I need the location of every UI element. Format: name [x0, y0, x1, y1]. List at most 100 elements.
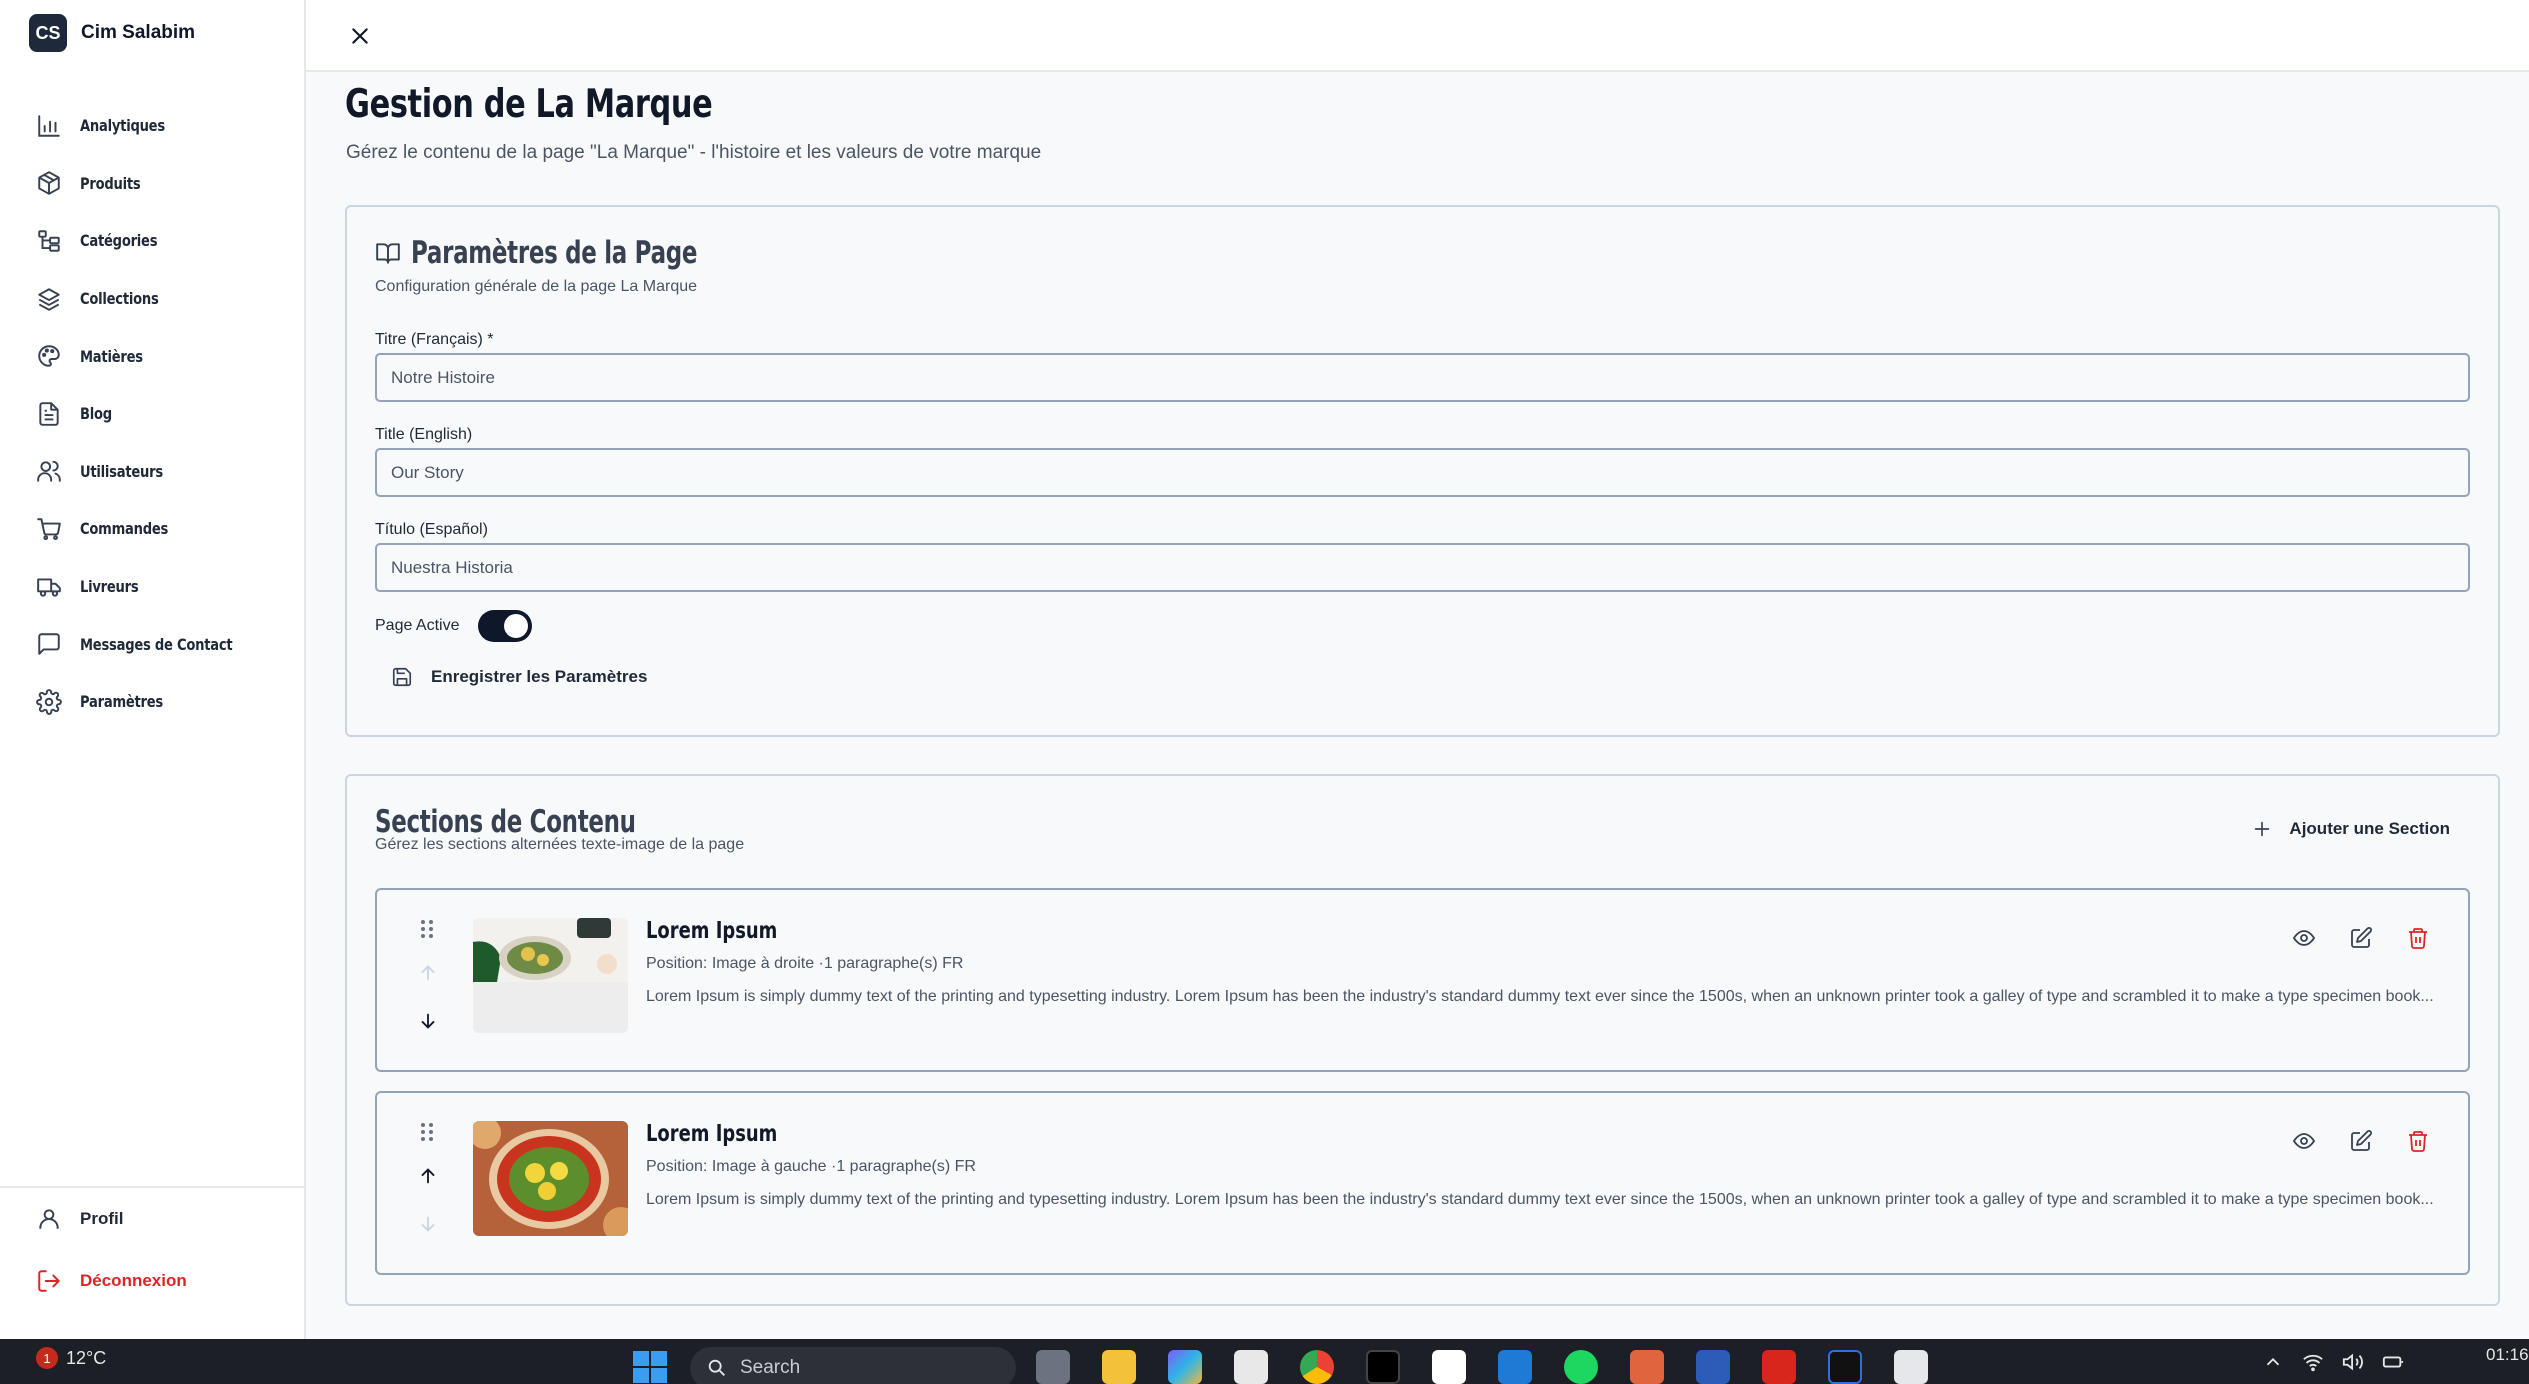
edit-icon[interactable]	[2349, 1129, 2373, 1153]
sidebar-item-analytiques[interactable]: Analytiques	[0, 97, 304, 155]
eye-icon[interactable]	[2292, 1129, 2316, 1153]
sidebar-item-label: Collections	[80, 289, 159, 309]
sidebar-item-parametres[interactable]: Paramètres	[0, 673, 304, 731]
windows-start-icon[interactable]	[632, 1350, 668, 1384]
snipping-tool-icon[interactable]	[1894, 1350, 1928, 1384]
title-es-input[interactable]	[375, 543, 2470, 592]
close-icon[interactable]	[344, 20, 376, 52]
card-title: Paramètres de la Page	[411, 235, 698, 271]
spotify-icon[interactable]	[1564, 1350, 1598, 1384]
title-en-input[interactable]	[375, 448, 2470, 497]
title-fr-label: Titre (Français) *	[375, 331, 494, 348]
card-header: Sections de Contenu	[375, 804, 727, 840]
search-placeholder: Search	[740, 1357, 801, 1378]
book-open-icon	[375, 240, 401, 266]
move-down-icon[interactable]	[417, 1010, 439, 1032]
sidebar-item-label: Utilisateurs	[80, 461, 163, 481]
file-text-icon	[36, 401, 62, 427]
truck-icon	[36, 574, 62, 600]
section-thumbnail	[473, 1121, 628, 1236]
trash-icon[interactable]	[2406, 926, 2430, 950]
sidebar-item-blog[interactable]: Blog	[0, 385, 304, 443]
logout-icon	[36, 1268, 62, 1294]
taskbar-search[interactable]: Search	[690, 1347, 1016, 1384]
sidebar-item-categories[interactable]: Catégories	[0, 212, 304, 270]
page-settings-card: Paramètres de la Page Configuration géné…	[345, 205, 2500, 737]
sidebar-item-label: Livreurs	[80, 577, 139, 597]
sidebar-item-label: Analytiques	[80, 116, 165, 136]
palette-icon	[36, 343, 62, 369]
claude-icon[interactable]	[1630, 1350, 1664, 1384]
sidebar-item-label: Messages de Contact	[80, 634, 233, 654]
chrome-icon[interactable]	[1300, 1350, 1334, 1384]
move-up-icon[interactable]	[417, 962, 439, 984]
drag-handle-icon[interactable]	[417, 1121, 437, 1143]
notion-icon[interactable]	[1432, 1350, 1466, 1384]
gear-icon	[36, 688, 62, 715]
drag-handle-icon[interactable]	[417, 918, 437, 940]
search-icon	[706, 1357, 728, 1379]
sidebar-item-livreurs[interactable]: Livreurs	[0, 558, 304, 616]
acrobat-icon[interactable]	[1762, 1350, 1796, 1384]
sidebar-item-messages[interactable]: Messages de Contact	[0, 615, 304, 673]
sidebar-item-matieres[interactable]: Matières	[0, 327, 304, 385]
plus-icon	[2251, 818, 2273, 840]
sidebar-item-produits[interactable]: Produits	[0, 155, 304, 213]
sidebar-item-collections[interactable]: Collections	[0, 270, 304, 328]
brand[interactable]: CS Cim Salabim	[29, 14, 195, 52]
brand-logo: CS	[29, 14, 67, 52]
weather-temperature: 12°C	[66, 1347, 107, 1368]
chevron-up-icon[interactable]	[2262, 1351, 2284, 1373]
intellij-icon[interactable]	[1828, 1350, 1862, 1384]
eye-icon[interactable]	[2292, 926, 2316, 950]
clock[interactable]: 01:16	[2486, 1345, 2529, 1365]
sidebar-item-utilisateurs[interactable]: Utilisateurs	[0, 443, 304, 501]
section-item: Lorem Ipsum Position: Image à droite ·1 …	[375, 888, 2470, 1072]
page-active-row: Page Active	[375, 610, 532, 642]
logout-label: Déconnexion	[80, 1271, 187, 1290]
profile-label: Profil	[80, 1209, 124, 1228]
sidebar-item-label: Paramètres	[80, 692, 164, 712]
top-bar	[306, 0, 2529, 72]
users-icon	[36, 458, 62, 484]
save-settings-button[interactable]: Enregistrer les Paramètres	[391, 666, 647, 688]
vscode-icon[interactable]	[1498, 1350, 1532, 1384]
card-subtitle: Configuration générale de la page La Mar…	[375, 278, 698, 295]
card-subtitle: Gérez les sections alternées texte-image…	[375, 836, 745, 853]
add-section-button[interactable]: Ajouter une Section	[2251, 818, 2450, 840]
sidebar-nav: Analytiques Produits Catégories Collecti…	[0, 97, 304, 731]
os-taskbar: 1 12°C Search 01:16	[0, 1339, 2529, 1384]
card-header: Paramètres de la Page	[375, 235, 798, 271]
sidebar-item-label: Produits	[80, 173, 141, 193]
user-icon	[36, 1206, 62, 1232]
sidebar-item-label: Matières	[80, 346, 143, 366]
task-view-icon[interactable]	[1036, 1350, 1070, 1384]
bar-chart-icon	[36, 113, 62, 139]
file-explorer-icon[interactable]	[1102, 1350, 1136, 1384]
volume-icon[interactable]	[2342, 1351, 2364, 1373]
page-subtitle: Gérez le contenu de la page "La Marque" …	[346, 142, 1042, 163]
logout-button[interactable]: Déconnexion	[0, 1250, 304, 1312]
move-up-icon[interactable]	[417, 1165, 439, 1187]
trash-icon[interactable]	[2406, 1129, 2430, 1153]
section-item: Lorem Ipsum Position: Image à gauche ·1 …	[375, 1091, 2470, 1275]
package-icon	[36, 170, 62, 196]
battery-icon[interactable]	[2382, 1351, 2404, 1373]
main-content: Gestion de La Marque Gérez le contenu de…	[306, 72, 2529, 1339]
wifi-icon[interactable]	[2302, 1351, 2324, 1373]
microsoft-store-icon[interactable]	[1234, 1350, 1268, 1384]
move-down-icon[interactable]	[417, 1213, 439, 1235]
section-thumbnail	[473, 918, 628, 1033]
x-icon[interactable]	[1366, 1350, 1400, 1384]
add-section-label: Ajouter une Section	[2289, 819, 2450, 838]
edit-icon[interactable]	[2349, 926, 2373, 950]
notification-badge: 1	[36, 1347, 58, 1369]
weather-widget[interactable]: 1 12°C	[36, 1347, 106, 1369]
word-icon[interactable]	[1696, 1350, 1730, 1384]
profile-link[interactable]: Profil	[0, 1188, 304, 1250]
title-fr-input[interactable]	[375, 353, 2470, 402]
page-title: Gestion de La Marque	[345, 82, 713, 127]
copilot-icon[interactable]	[1168, 1350, 1202, 1384]
sidebar-item-commandes[interactable]: Commandes	[0, 500, 304, 558]
page-active-toggle[interactable]	[477, 610, 532, 642]
